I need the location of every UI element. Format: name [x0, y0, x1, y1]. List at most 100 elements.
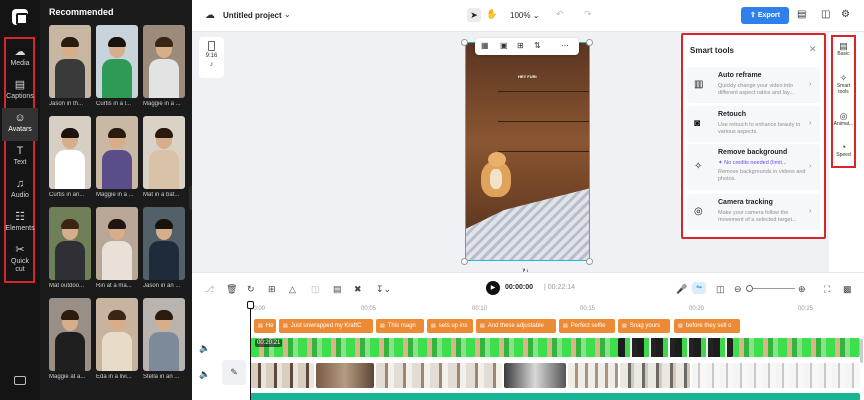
gear-icon[interactable]: ⚙: [841, 9, 850, 20]
playhead-handle[interactable]: [247, 301, 254, 309]
dock-item-speed[interactable]: ◔ Speed: [831, 142, 856, 158]
video-preview[interactable]: HEY FURI: [465, 42, 590, 261]
rail-item-text[interactable]: T Text: [2, 141, 38, 174]
flip-horizontal-icon[interactable]: △: [289, 284, 296, 295]
playhead[interactable]: [250, 303, 251, 400]
caption-chip[interactable]: This magn: [376, 319, 424, 333]
freeze-icon[interactable]: ▤: [333, 284, 342, 295]
rail-item-avatars[interactable]: ☺ Avatars: [2, 108, 38, 141]
hand-pan-icon[interactable]: ✋: [486, 9, 497, 20]
main-video-clip[interactable]: [504, 363, 566, 388]
caption-chip[interactable]: before they sell o: [674, 319, 740, 333]
tool-auto-reframe[interactable]: ▥ Auto reframe Quickly change your video…: [687, 67, 820, 103]
speaker-icon[interactable]: 🔈: [199, 343, 210, 354]
main-video-clip[interactable]: [250, 363, 314, 388]
rail-item-captions[interactable]: ▤ Captions: [2, 75, 38, 108]
avatar-thumbnail[interactable]: [49, 207, 91, 280]
export-button[interactable]: ⇧ Export: [741, 7, 789, 24]
rail-item-media[interactable]: ☁ Media: [2, 42, 38, 75]
mirror-icon[interactable]: ◫: [311, 284, 320, 295]
edit-track-icon[interactable]: ✎: [222, 360, 246, 385]
main-video-clip[interactable]: [376, 363, 502, 388]
cat-chest: [490, 169, 502, 189]
caption-chip[interactable]: Snag yours: [618, 319, 670, 333]
select-pointer-icon[interactable]: ➤: [467, 8, 481, 22]
rail-item-elements[interactable]: ☷ Elements: [2, 207, 38, 240]
tool-retouch[interactable]: ◙ Retouch Use retouch to enhance beauty …: [687, 106, 820, 142]
download-icon[interactable]: ↧⌄: [376, 284, 391, 295]
main-video-clip[interactable]: [620, 363, 690, 388]
resize-handle-bottom-left[interactable]: [461, 258, 468, 265]
tool-remove-background[interactable]: ✧ Remove background ✦ No credits needed …: [687, 144, 820, 190]
avatar-thumbnail[interactable]: [96, 207, 138, 280]
main-video-clip[interactable]: [692, 363, 860, 388]
tool-camera-tracking[interactable]: ◎ Camera tracking Make your camera follo…: [687, 194, 820, 230]
aspect-ratio-card[interactable]: 9:16 ♪: [199, 37, 224, 78]
more-options-icon[interactable]: ⋯: [561, 41, 569, 50]
zoom-out-icon[interactable]: ⊖: [734, 284, 742, 295]
resize-handle-top-left[interactable]: [461, 39, 468, 46]
avatar-thumbnail[interactable]: [96, 116, 138, 189]
remove-bg-icon: ✧: [694, 161, 703, 172]
zoom-in-icon[interactable]: ⊕: [798, 284, 806, 295]
avatar-thumbnail[interactable]: [96, 25, 138, 98]
caption-chip[interactable]: sets up ins: [427, 319, 473, 333]
video-caption-text[interactable]: HEY FURI: [518, 74, 537, 79]
green-screen-clip-dark[interactable]: [618, 338, 733, 357]
layout-panel-icon[interactable]: ◫: [821, 9, 830, 20]
undo-icon[interactable]: ↶: [556, 9, 564, 20]
resize-handle-top-right[interactable]: [586, 39, 593, 46]
avatar-thumbnail[interactable]: [143, 298, 185, 371]
avatar-thumbnail[interactable]: [49, 25, 91, 98]
zoom-slider-track[interactable]: [749, 288, 795, 289]
dock-item-basic[interactable]: ▤ Basic: [831, 41, 856, 57]
dock-item-smart-tools[interactable]: ✧ Smart tools: [831, 73, 856, 95]
capcut-logo-icon[interactable]: [12, 9, 28, 25]
project-title[interactable]: Untitled project: [223, 11, 282, 20]
loop-icon[interactable]: ↻: [247, 284, 255, 295]
flip-icon[interactable]: ⇅: [534, 41, 541, 50]
green-screen-clip[interactable]: [250, 338, 860, 357]
panel-title: Recommended: [49, 7, 114, 17]
rail-item-audio[interactable]: ♫ Audio: [2, 174, 38, 207]
main-video-clip[interactable]: [568, 363, 618, 388]
layers-icon[interactable]: ▤: [797, 9, 806, 20]
speaker-icon[interactable]: 🔈: [199, 369, 210, 380]
avatar-label: Mat outdoo...: [49, 283, 85, 289]
avatar-thumbnail[interactable]: [143, 25, 185, 98]
keyboard-shortcuts-icon[interactable]: [14, 376, 26, 385]
redo-icon[interactable]: ↷: [584, 9, 592, 20]
microphone-icon[interactable]: 🎤: [676, 284, 687, 295]
split-screen-icon[interactable]: ◫: [716, 284, 725, 295]
resize-handle-bottom-right[interactable]: [586, 258, 593, 265]
crop-icon[interactable]: ⊞: [517, 41, 524, 50]
play-button[interactable]: ▶: [486, 281, 500, 295]
link-clips-toggle[interactable]: ⇋: [692, 282, 706, 294]
trim-icon[interactable]: ✖: [354, 284, 362, 295]
audio-track-clip[interactable]: [250, 393, 860, 400]
caption-chip[interactable]: And these adjustable: [476, 319, 556, 333]
replace-icon[interactable]: ▦: [481, 41, 489, 50]
close-icon[interactable]: ✕: [809, 44, 817, 55]
caption-chip[interactable]: He: [254, 319, 276, 333]
chevron-down-icon[interactable]: ⌄: [284, 10, 291, 19]
frame-icon[interactable]: ▣: [500, 41, 508, 50]
main-video-clip[interactable]: [316, 363, 374, 388]
trash-icon[interactable]: 🗑: [226, 284, 237, 295]
fullscreen-icon[interactable]: ⛶: [824, 284, 830, 295]
crop-timeline-icon[interactable]: ⊞: [268, 284, 276, 295]
avatar-thumbnail[interactable]: [143, 207, 185, 280]
zoom-level-dropdown[interactable]: 100% ⌄: [510, 11, 539, 20]
dock-item-animation[interactable]: ◎ Animat...: [831, 111, 856, 127]
avatar-thumbnail[interactable]: [96, 298, 138, 371]
avatar-thumbnail[interactable]: [49, 116, 91, 189]
caption-chip[interactable]: Just unwrapped my KraftC: [279, 319, 373, 333]
avatar-thumbnail[interactable]: [143, 116, 185, 189]
rail-item-quick-cut[interactable]: ✂ Quick cut: [2, 240, 38, 278]
preview-monitor-icon[interactable]: ▩: [843, 284, 852, 295]
timeline-scrollbar[interactable]: [860, 339, 863, 363]
caption-chip[interactable]: Perfect selfie: [559, 319, 615, 333]
zoom-slider-handle[interactable]: [746, 285, 753, 292]
avatar-thumbnail[interactable]: [49, 298, 91, 371]
split-icon[interactable]: ⎇: [204, 284, 214, 295]
